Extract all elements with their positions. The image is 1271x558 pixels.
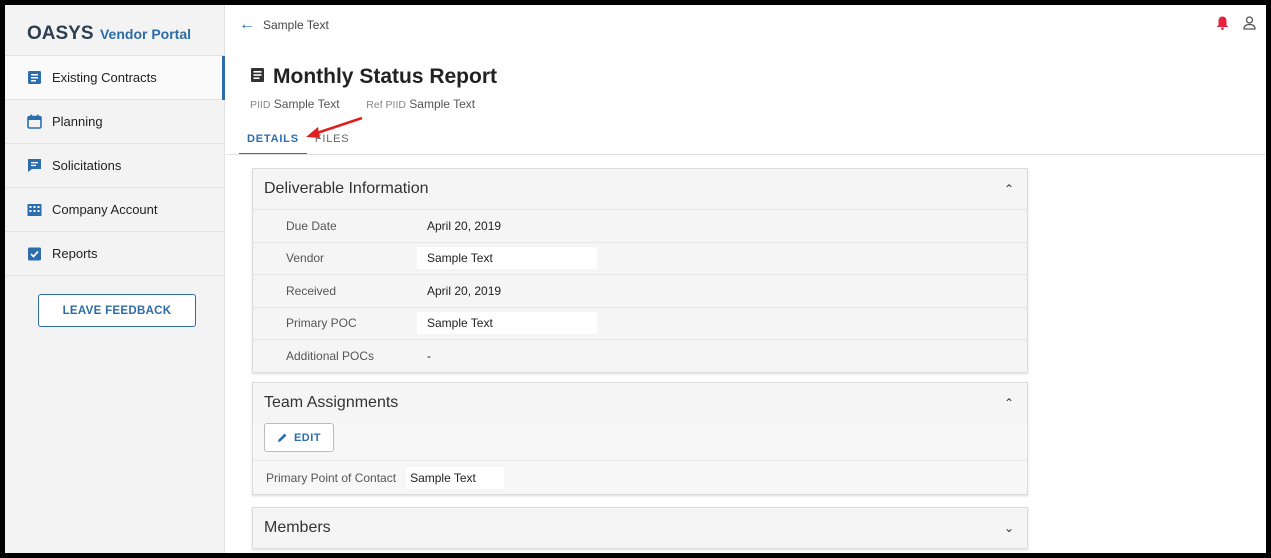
sidebar-item-reports[interactable]: Reports <box>5 232 224 276</box>
detail-value: April 20, 2019 <box>427 218 502 233</box>
breadcrumb: ← Sample Text <box>226 5 1266 45</box>
sidebar-item-label: Reports <box>52 246 98 261</box>
detail-row-additional-pocs: Additional POCs - <box>253 339 1027 372</box>
detail-key: Received <box>286 283 337 298</box>
detail-key: Due Date <box>286 218 337 233</box>
deliverable-information-panel: Deliverable Information ⌃ Due Date April… <box>252 168 1028 373</box>
leave-feedback-button[interactable]: LEAVE FEEDBACK <box>38 294 196 327</box>
piid-value: Sample Text <box>273 97 340 111</box>
piid-label: PIID <box>250 99 271 111</box>
members-panel-header[interactable]: Members ⌄ <box>253 508 1027 548</box>
calendar-icon <box>27 114 42 129</box>
detail-value: April 20, 2019 <box>427 283 502 298</box>
poc-label: Primary Point of Contact <box>266 470 397 485</box>
detail-key: Primary POC <box>286 316 357 331</box>
edit-button[interactable]: EDIT <box>264 423 334 452</box>
pencil-icon <box>277 432 288 443</box>
contract-identifiers: PIID Sample Text Ref PIID Sample Text <box>250 97 475 111</box>
brand-name: OASYS <box>27 23 94 44</box>
detail-value: Sample Text <box>417 247 597 270</box>
building-icon <box>27 202 42 217</box>
poc-value: Sample Text <box>406 466 504 489</box>
chevron-down-icon[interactable]: ⌄ <box>1004 521 1014 535</box>
sidebar-item-label: Existing Contracts <box>52 70 157 85</box>
members-panel: Members ⌄ <box>252 507 1028 549</box>
user-icon[interactable] <box>1243 16 1256 35</box>
report-icon <box>250 67 265 88</box>
deliverable-panel-header[interactable]: Deliverable Information ⌃ <box>253 169 1027 209</box>
annotation-arrow-icon <box>306 116 363 138</box>
detail-key: Vendor <box>286 251 325 266</box>
bell-icon[interactable] <box>1216 16 1229 35</box>
detail-row-vendor: Vendor Sample Text <box>253 241 1027 274</box>
panel-title: Deliverable Information <box>264 180 429 197</box>
tab-details[interactable]: DETAILS <box>239 125 307 155</box>
message-icon <box>27 158 42 173</box>
back-arrow-icon[interactable]: ← <box>239 16 255 34</box>
panel-title: Members <box>264 519 331 536</box>
sidebar-item-label: Company Account <box>52 202 158 217</box>
detail-key: Additional POCs <box>286 348 375 363</box>
primary-point-of-contact-row: Primary Point of Contact Sample Text <box>253 460 1027 494</box>
tab-divider <box>226 154 1266 155</box>
ref-piid-label: Ref PIID <box>366 99 406 111</box>
chevron-up-icon[interactable]: ⌃ <box>1004 396 1014 410</box>
sidebar-item-planning[interactable]: Planning <box>5 100 224 144</box>
clipboard-check-icon <box>27 246 42 261</box>
team-assignments-panel: Team Assignments ⌃ EDIT Primary Point of… <box>252 382 1028 495</box>
detail-row-due-date: Due Date April 20, 2019 <box>253 209 1027 242</box>
detail-value: - <box>427 348 431 363</box>
app-window: OASYS Vendor Portal Existing Contracts P… <box>5 5 1266 553</box>
detail-row-received: Received April 20, 2019 <box>253 274 1027 307</box>
sidebar-item-label: Planning <box>52 114 103 129</box>
chevron-up-icon[interactable]: ⌃ <box>1004 182 1014 196</box>
brand-logo[interactable]: OASYS Vendor Portal <box>5 5 224 56</box>
team-panel-header[interactable]: Team Assignments ⌃ <box>253 383 1027 423</box>
contract-icon <box>27 70 42 85</box>
page-title: Monthly Status Report <box>273 65 497 88</box>
sidebar-item-company-account[interactable]: Company Account <box>5 188 224 232</box>
page-header: Monthly Status Report <box>250 65 497 89</box>
panel-title: Team Assignments <box>264 394 399 411</box>
sidebar: OASYS Vendor Portal Existing Contracts P… <box>5 5 225 553</box>
sidebar-item-existing-contracts[interactable]: Existing Contracts <box>5 56 225 100</box>
back-link[interactable]: Sample Text <box>263 18 329 32</box>
detail-row-primary-poc: Primary POC Sample Text <box>253 306 1027 339</box>
edit-label: EDIT <box>293 431 322 444</box>
main-content: ← Sample Text Monthly Status Report PIID… <box>226 5 1266 553</box>
sidebar-item-label: Solicitations <box>52 158 122 173</box>
brand-suffix: Vendor Portal <box>99 26 192 42</box>
top-right-actions <box>1216 16 1256 35</box>
detail-value: Sample Text <box>417 312 597 335</box>
sidebar-item-solicitations[interactable]: Solicitations <box>5 144 224 188</box>
ref-piid-value: Sample Text <box>409 97 476 111</box>
